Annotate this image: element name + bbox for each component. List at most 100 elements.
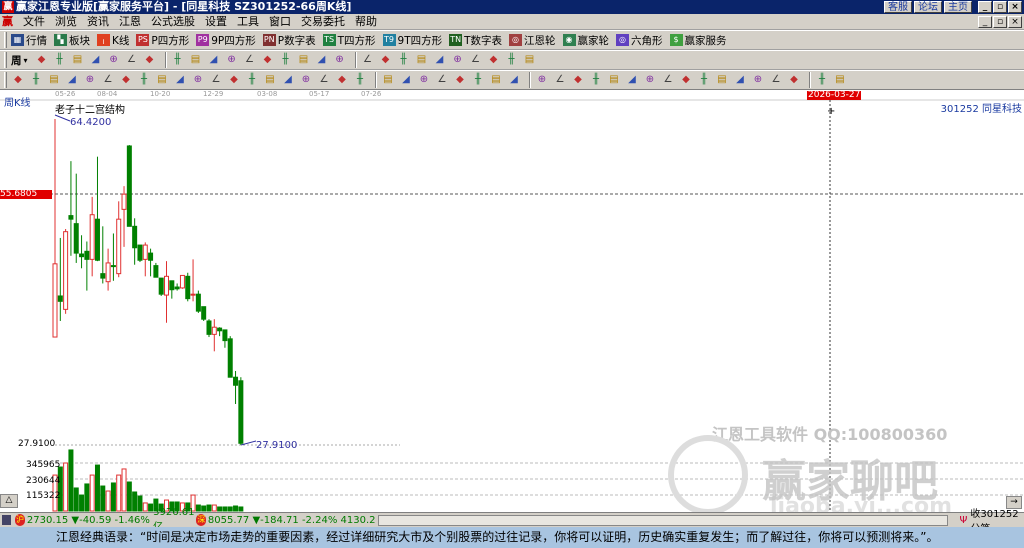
- zoom-in-diamond-icon[interactable]: ∠: [243, 53, 257, 67]
- angle-gold-icon[interactable]: ◢: [733, 73, 747, 87]
- hand-icon[interactable]: ∠: [361, 53, 375, 67]
- toolbar-grip[interactable]: [4, 72, 7, 88]
- toolbar-button-ts-square[interactable]: TS T四方形: [322, 33, 376, 48]
- calendar-icon[interactable]: ╫: [53, 53, 67, 67]
- angle-line-icon[interactable]: ∠: [435, 73, 449, 87]
- menu-tools[interactable]: 工具: [232, 14, 264, 29]
- hash-icon[interactable]: ╫: [29, 73, 43, 87]
- fit-diamond-icon[interactable]: ⊕: [333, 53, 347, 67]
- menu-help[interactable]: 帮助: [350, 14, 382, 29]
- rights-icon[interactable]: ∠: [125, 53, 139, 67]
- rect-icon[interactable]: ╫: [353, 73, 367, 87]
- toolbar-button-p9-square[interactable]: P9 9P四方形: [196, 33, 256, 48]
- crosshair-icon[interactable]: ◆: [379, 53, 393, 67]
- gann-icon[interactable]: ◢: [433, 53, 447, 67]
- toolbar-button-ps-square[interactable]: PS P四方形: [136, 33, 189, 48]
- forum-link[interactable]: 论坛: [914, 1, 942, 13]
- triangle-icon[interactable]: ⊕: [191, 73, 205, 87]
- right-arrow-icon[interactable]: ⊕: [225, 53, 239, 67]
- report-icon[interactable]: ◆: [487, 53, 501, 67]
- menu-trade[interactable]: 交易委托: [296, 14, 350, 29]
- menu-settings[interactable]: 设置: [200, 14, 232, 29]
- scroll-up-button[interactable]: △: [0, 494, 18, 508]
- grid-purple-icon[interactable]: ▤: [489, 73, 503, 87]
- customer-service-link[interactable]: 客服: [884, 1, 912, 13]
- kline-chart[interactable]: + 周K线 老子十二宫结构 301252 同星科技 64.4200 27.910…: [0, 89, 1024, 519]
- toolbar-button-dollar-service[interactable]: $ 赢家服务: [669, 33, 727, 48]
- percent-red-icon[interactable]: ∠: [553, 73, 567, 87]
- angle-red-icon[interactable]: ⊕: [751, 73, 765, 87]
- calc-icon[interactable]: [2, 515, 12, 525]
- expand-diamond-icon[interactable]: ╫: [279, 53, 293, 67]
- move-diamond-icon[interactable]: ◢: [315, 53, 329, 67]
- golden-section-icon[interactable]: ▤: [47, 73, 61, 87]
- menu-news[interactable]: 资讯: [82, 14, 114, 29]
- speed-lines-icon[interactable]: ◢: [507, 73, 521, 87]
- grid-red-icon[interactable]: ╫: [471, 73, 485, 87]
- homepage-link[interactable]: 主页: [944, 1, 972, 13]
- restore-button[interactable]: ▫: [993, 1, 1007, 13]
- minimize-button[interactable]: _: [978, 1, 992, 13]
- shrink-diamond-icon[interactable]: ▤: [297, 53, 311, 67]
- stamp-icon[interactable]: ▤: [415, 53, 429, 67]
- box-icon[interactable]: ╫: [245, 73, 259, 87]
- calculator-icon[interactable]: ∠: [469, 53, 483, 67]
- cross-target-icon[interactable]: ◆: [227, 73, 241, 87]
- zoom-out-diamond-icon[interactable]: ◆: [261, 53, 275, 67]
- angle-box-icon[interactable]: ∠: [769, 73, 783, 87]
- toolbar-grip[interactable]: [4, 52, 7, 68]
- gann-box-icon[interactable]: ◢: [399, 73, 413, 87]
- cycle-icon[interactable]: ∠: [101, 73, 115, 87]
- circle-line-icon[interactable]: ╫: [137, 73, 151, 87]
- arrow-marker-icon[interactable]: ⊕: [643, 73, 657, 87]
- child-minimize-button[interactable]: _: [978, 16, 992, 28]
- toolbar-grip[interactable]: [4, 32, 7, 48]
- menu-browse[interactable]: 浏览: [50, 14, 82, 29]
- fan-icon[interactable]: ⊕: [83, 73, 97, 87]
- wave-icon[interactable]: ◆: [453, 73, 467, 87]
- fan-lines-icon[interactable]: ▤: [381, 73, 395, 87]
- menu-formula[interactable]: 公式选股: [146, 14, 200, 29]
- gold-line-icon[interactable]: ◢: [625, 73, 639, 87]
- gold-bar-alt-icon[interactable]: ◆: [679, 73, 693, 87]
- split-icon[interactable]: ◆: [335, 73, 349, 87]
- menu-file[interactable]: 文件: [18, 14, 50, 29]
- last-page-icon[interactable]: ▤: [189, 53, 203, 67]
- toolbar-button-gann-wheel[interactable]: ◎ 江恩轮: [509, 33, 556, 48]
- candles-icon[interactable]: ▤: [71, 53, 85, 67]
- toolbar-button-tn-table[interactable]: TN T数字表: [449, 33, 502, 48]
- eraser-icon[interactable]: ◆: [119, 73, 133, 87]
- angle-j-icon[interactable]: ╫: [697, 73, 711, 87]
- color-flag-icon[interactable]: ◆: [143, 53, 157, 67]
- grid-box-icon[interactable]: ∠: [317, 73, 331, 87]
- candles-alt-icon[interactable]: ◢: [89, 53, 103, 67]
- angle-icon[interactable]: ▤: [263, 73, 277, 87]
- menu-window[interactable]: 窗口: [264, 14, 296, 29]
- menu-gann[interactable]: 江恩: [114, 14, 146, 29]
- yin-yang-icon[interactable]: ╫: [815, 73, 829, 87]
- square-icon[interactable]: ⊕: [299, 73, 313, 87]
- angle-f-icon[interactable]: ▤: [715, 73, 729, 87]
- gann-grid-icon[interactable]: ⊕: [417, 73, 431, 87]
- fib-n2-icon[interactable]: ◢: [173, 73, 187, 87]
- toolbar-button-kline[interactable]: ╷ K线: [97, 33, 129, 48]
- target-icon[interactable]: ∠: [209, 73, 223, 87]
- child-close-button[interactable]: ×: [1008, 16, 1022, 28]
- ruler-icon[interactable]: ⊕: [535, 73, 549, 87]
- toolbar-button-t9-square[interactable]: T9 9T四方形: [382, 33, 442, 48]
- horizontal-scrollbar[interactable]: [377, 514, 948, 526]
- printer-icon[interactable]: ▤: [523, 53, 537, 67]
- percent-line-icon[interactable]: ╫: [589, 73, 603, 87]
- toolbar-button-winner-wheel[interactable]: ◉ 赢家轮: [562, 33, 609, 48]
- child-restore-button[interactable]: ▫: [993, 16, 1007, 28]
- first-page-icon[interactable]: ╫: [171, 53, 185, 67]
- indicator-icon[interactable]: ⊕: [107, 53, 121, 67]
- period-select[interactable]: 周 ▾: [11, 53, 28, 68]
- infinity-icon[interactable]: ▤: [833, 73, 847, 87]
- save-icon[interactable]: ╫: [505, 53, 519, 67]
- toolbar-button-quote-grid[interactable]: ▦ 行情: [11, 33, 47, 48]
- left-arrow-icon[interactable]: ◢: [207, 53, 221, 67]
- close-button[interactable]: ×: [1008, 1, 1022, 13]
- pen-icon[interactable]: ◆: [11, 73, 25, 87]
- parallel-icon[interactable]: ▤: [155, 73, 169, 87]
